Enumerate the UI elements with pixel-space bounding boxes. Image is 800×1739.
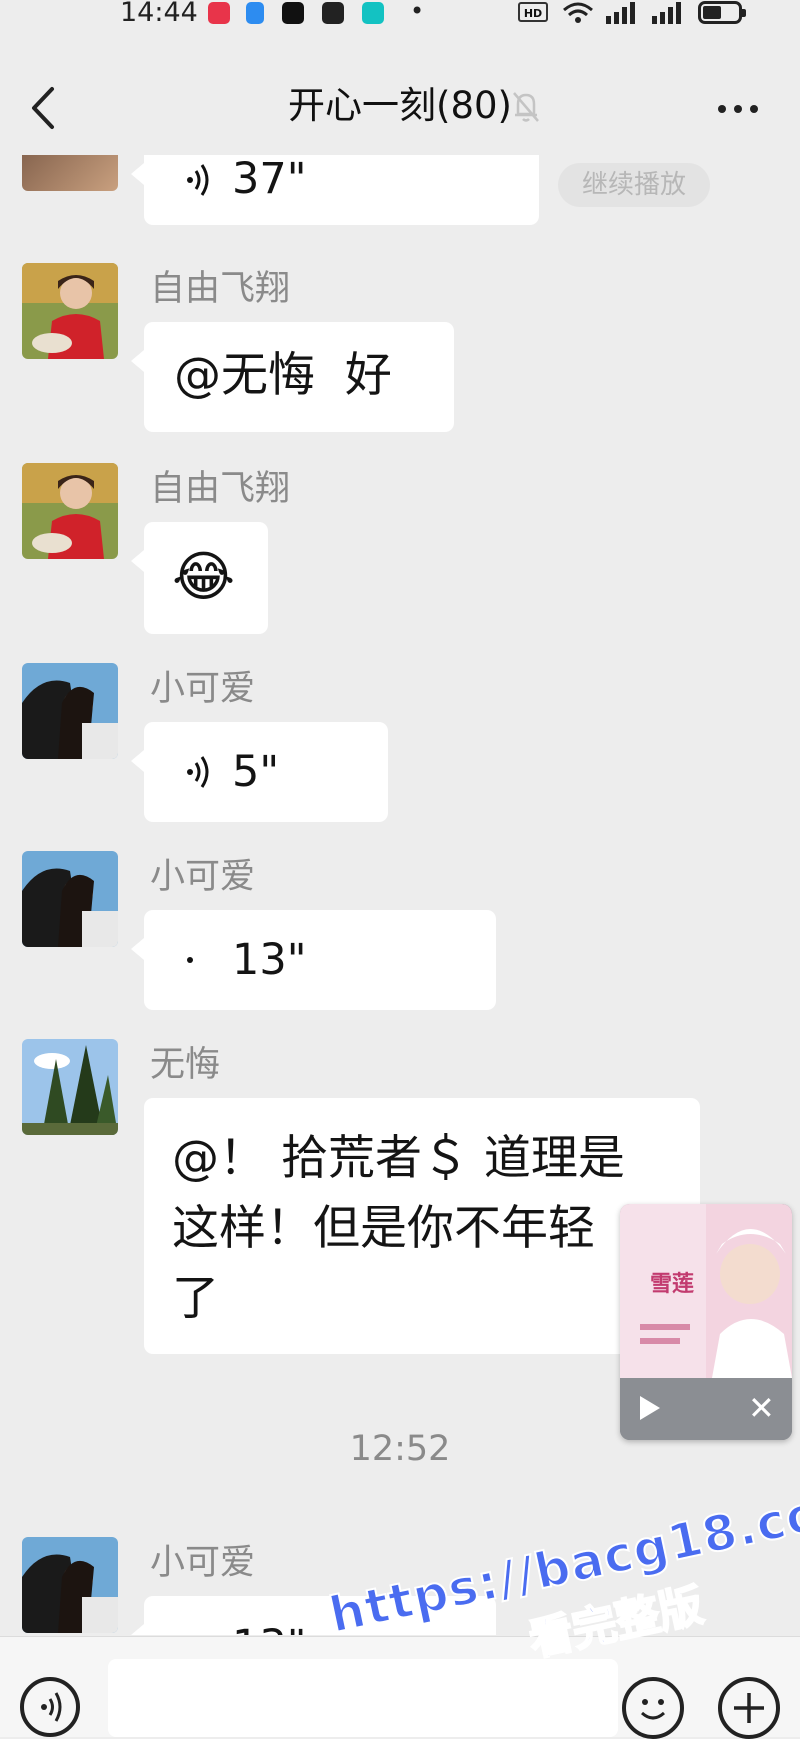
battery-icon xyxy=(698,1,746,24)
sender-name: 小可爱 xyxy=(150,857,256,897)
avatar[interactable] xyxy=(22,851,118,947)
sender-name: 自由飞翔 xyxy=(150,469,291,509)
avatar[interactable] xyxy=(22,463,118,559)
bell-off-icon xyxy=(513,92,539,122)
more-options-button[interactable] xyxy=(708,85,768,129)
emoji-button[interactable] xyxy=(622,1677,684,1739)
message-text-line: @！ 拾荒者＄ 道理是 xyxy=(172,1131,625,1186)
cyan-app-icon xyxy=(362,2,384,24)
voice-duration: 13" xyxy=(232,1616,307,1635)
voice-duration: 37" xyxy=(232,155,307,204)
chat-header: 开心一刻(80) xyxy=(0,55,800,155)
message-text: @无悔 好 xyxy=(174,348,392,403)
floating-video-player[interactable]: 雪莲 ✕ xyxy=(620,1204,792,1440)
video-controls: ✕ xyxy=(620,1378,792,1440)
more-notifications-dot: • xyxy=(410,0,425,25)
signal-icon-2 xyxy=(652,2,681,24)
avatar-image xyxy=(22,663,118,759)
status-bar: 14:44 • HD xyxy=(0,0,800,30)
red-app-icon xyxy=(208,2,230,24)
emoji-message-bubble[interactable]: 😂 xyxy=(131,522,268,634)
chat-title: 开心一刻(80) xyxy=(288,84,512,127)
voice-duration: 13" xyxy=(232,935,307,985)
voice-wave-icon xyxy=(41,1692,62,1722)
avatar-image xyxy=(22,851,118,947)
avatar[interactable] xyxy=(22,263,118,359)
avatar-image xyxy=(22,463,118,559)
message-input-bar xyxy=(0,1636,800,1739)
blue-app-icon xyxy=(246,2,264,24)
voice-duration: 5" xyxy=(232,747,280,797)
avatar[interactable] xyxy=(22,663,118,759)
voice-message-bubble[interactable]: 5" xyxy=(131,722,388,822)
avatar-image xyxy=(22,1039,118,1135)
voice-wave-icon xyxy=(187,957,193,963)
voice-message-bubble[interactable]: 13" xyxy=(131,1596,496,1635)
avatar[interactable] xyxy=(22,1537,118,1633)
plus-icon xyxy=(734,1693,764,1723)
sender-name: 小可爱 xyxy=(150,1543,256,1583)
tiktok-icon xyxy=(282,2,304,24)
more-dot-icon xyxy=(718,105,726,113)
voice-input-button[interactable] xyxy=(20,1677,80,1737)
avatar-image xyxy=(22,263,118,359)
voice-message-bubble[interactable]: 13" xyxy=(131,910,496,1010)
hd-icon: HD xyxy=(518,2,548,22)
more-functions-button[interactable] xyxy=(718,1677,780,1739)
status-time: 14:44 xyxy=(120,0,198,28)
avatar[interactable] xyxy=(22,1039,118,1135)
play-icon[interactable] xyxy=(640,1396,660,1420)
avatar[interactable] xyxy=(22,155,118,191)
signal-icon xyxy=(606,2,635,24)
text-message-bubble[interactable]: @！ 拾荒者＄ 道理是 这样！但是你不年轻 了 xyxy=(144,1098,700,1354)
more-dot-icon xyxy=(750,105,758,113)
video-caption: 雪莲 xyxy=(650,1272,695,1297)
avatar-image xyxy=(22,1537,118,1633)
laughing-crying-emoji: 😂 xyxy=(172,545,236,608)
video-thumbnail xyxy=(620,1204,792,1378)
smile-icon xyxy=(640,1699,666,1720)
text-message-bubble[interactable]: @无悔 好 xyxy=(131,322,454,432)
sender-name: 自由飞翔 xyxy=(150,269,291,309)
sender-name: 无悔 xyxy=(150,1045,221,1085)
voice-wave-icon xyxy=(187,756,209,788)
sender-name: 小可爱 xyxy=(150,669,256,709)
black-app-icon xyxy=(322,2,344,24)
more-dot-icon xyxy=(734,105,742,113)
wifi-icon xyxy=(563,2,593,23)
message-input-field[interactable] xyxy=(108,1659,618,1737)
chat-title-wrapper: 开心一刻(80) xyxy=(0,81,800,131)
close-icon[interactable]: ✕ xyxy=(748,1388,775,1428)
voice-message-bubble[interactable]: 37" xyxy=(131,155,539,225)
continue-playing-button[interactable]: 继续播放 xyxy=(558,163,710,207)
voice-wave-icon xyxy=(187,164,209,196)
